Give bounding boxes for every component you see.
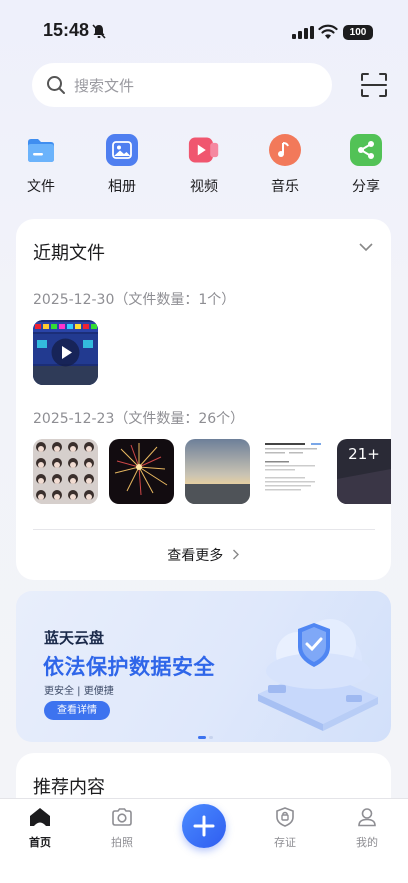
share-icon [350, 134, 382, 166]
video-icon [188, 134, 220, 166]
image-thumbnail[interactable] [109, 439, 174, 504]
folder-icon [25, 134, 57, 166]
image-thumbnail[interactable] [33, 439, 98, 504]
quick-action-share[interactable]: 分享 [336, 134, 396, 196]
tab-profile[interactable]: 我的 [337, 807, 397, 850]
quick-actions: 文件 相册 视频 音乐 分享 [0, 134, 408, 204]
view-more-label: 查看更多 [167, 548, 224, 564]
quick-action-label: 视频 [190, 179, 218, 195]
banner-headline: 依法保护数据安全 [43, 655, 215, 679]
quick-action-video[interactable]: 视频 [174, 134, 234, 196]
tab-label: 首页 [29, 836, 51, 849]
tab-label: 拍照 [111, 836, 133, 849]
quick-action-label: 相册 [108, 179, 136, 195]
banner-details-button[interactable]: 查看详情 [44, 701, 110, 720]
quick-action-files[interactable]: 文件 [11, 134, 71, 196]
more-files-count: 21+ [348, 445, 380, 463]
tab-label: 存证 [274, 836, 296, 849]
scan-icon[interactable] [360, 72, 388, 98]
quick-action-music[interactable]: 音乐 [255, 134, 315, 196]
search-input[interactable]: 搜索文件 [32, 63, 332, 107]
signal-icon [292, 26, 314, 39]
banner-pagination [198, 736, 213, 739]
quick-action-label: 文件 [27, 179, 55, 195]
quick-action-label: 音乐 [271, 179, 299, 195]
view-more-button[interactable]: 查看更多 [16, 545, 391, 565]
document-thumbnail[interactable] [261, 439, 326, 504]
search-placeholder: 搜索文件 [74, 76, 135, 95]
music-icon [269, 134, 301, 166]
chevron-down-icon[interactable] [359, 243, 373, 252]
tab-camera[interactable]: 拍照 [92, 807, 152, 850]
image-thumbnail[interactable] [185, 439, 250, 504]
tab-label: 我的 [356, 836, 378, 849]
quick-action-label: 分享 [352, 179, 380, 195]
recent-files-title: 近期文件 [33, 243, 105, 264]
mute-bell-icon [92, 24, 106, 39]
recommend-title: 推荐内容 [33, 777, 105, 798]
promo-banner[interactable]: 蓝天云盘 依法保护数据安全 更安全 | 更便捷 查看详情 [16, 591, 391, 742]
chevron-right-icon [232, 549, 239, 560]
more-files-thumbnail[interactable]: 21+ [337, 439, 391, 504]
battery-icon: 100 [343, 25, 373, 40]
plus-icon [193, 815, 215, 837]
banner-subtitle: 更安全 | 更便捷 [44, 686, 114, 697]
search-icon [47, 76, 65, 94]
recent-files-card: 近期文件 2025-12-30（文件数量：1个） 2025-12-23（文件数量… [16, 219, 391, 580]
wifi-icon [318, 24, 338, 39]
add-button[interactable] [182, 804, 226, 848]
tab-certificate[interactable]: 存证 [255, 807, 315, 850]
profile-icon [358, 808, 376, 827]
photo-icon [106, 134, 138, 166]
divider [33, 529, 375, 530]
quick-action-album[interactable]: 相册 [92, 134, 152, 196]
status-time: 15:48 [43, 20, 90, 40]
home-icon [30, 808, 50, 826]
video-thumbnail[interactable] [33, 320, 98, 385]
certificate-icon [276, 807, 294, 827]
banner-brand: 蓝天云盘 [44, 629, 105, 647]
camera-icon [112, 808, 132, 826]
status-bar: 15:48 100 [0, 0, 408, 60]
cloud-security-illustration [258, 619, 378, 731]
date-group-label: 2025-12-30（文件数量：1个） [33, 292, 236, 308]
tab-home[interactable]: 首页 [10, 807, 70, 850]
date-group-label: 2025-12-23（文件数量：26个） [33, 411, 245, 427]
